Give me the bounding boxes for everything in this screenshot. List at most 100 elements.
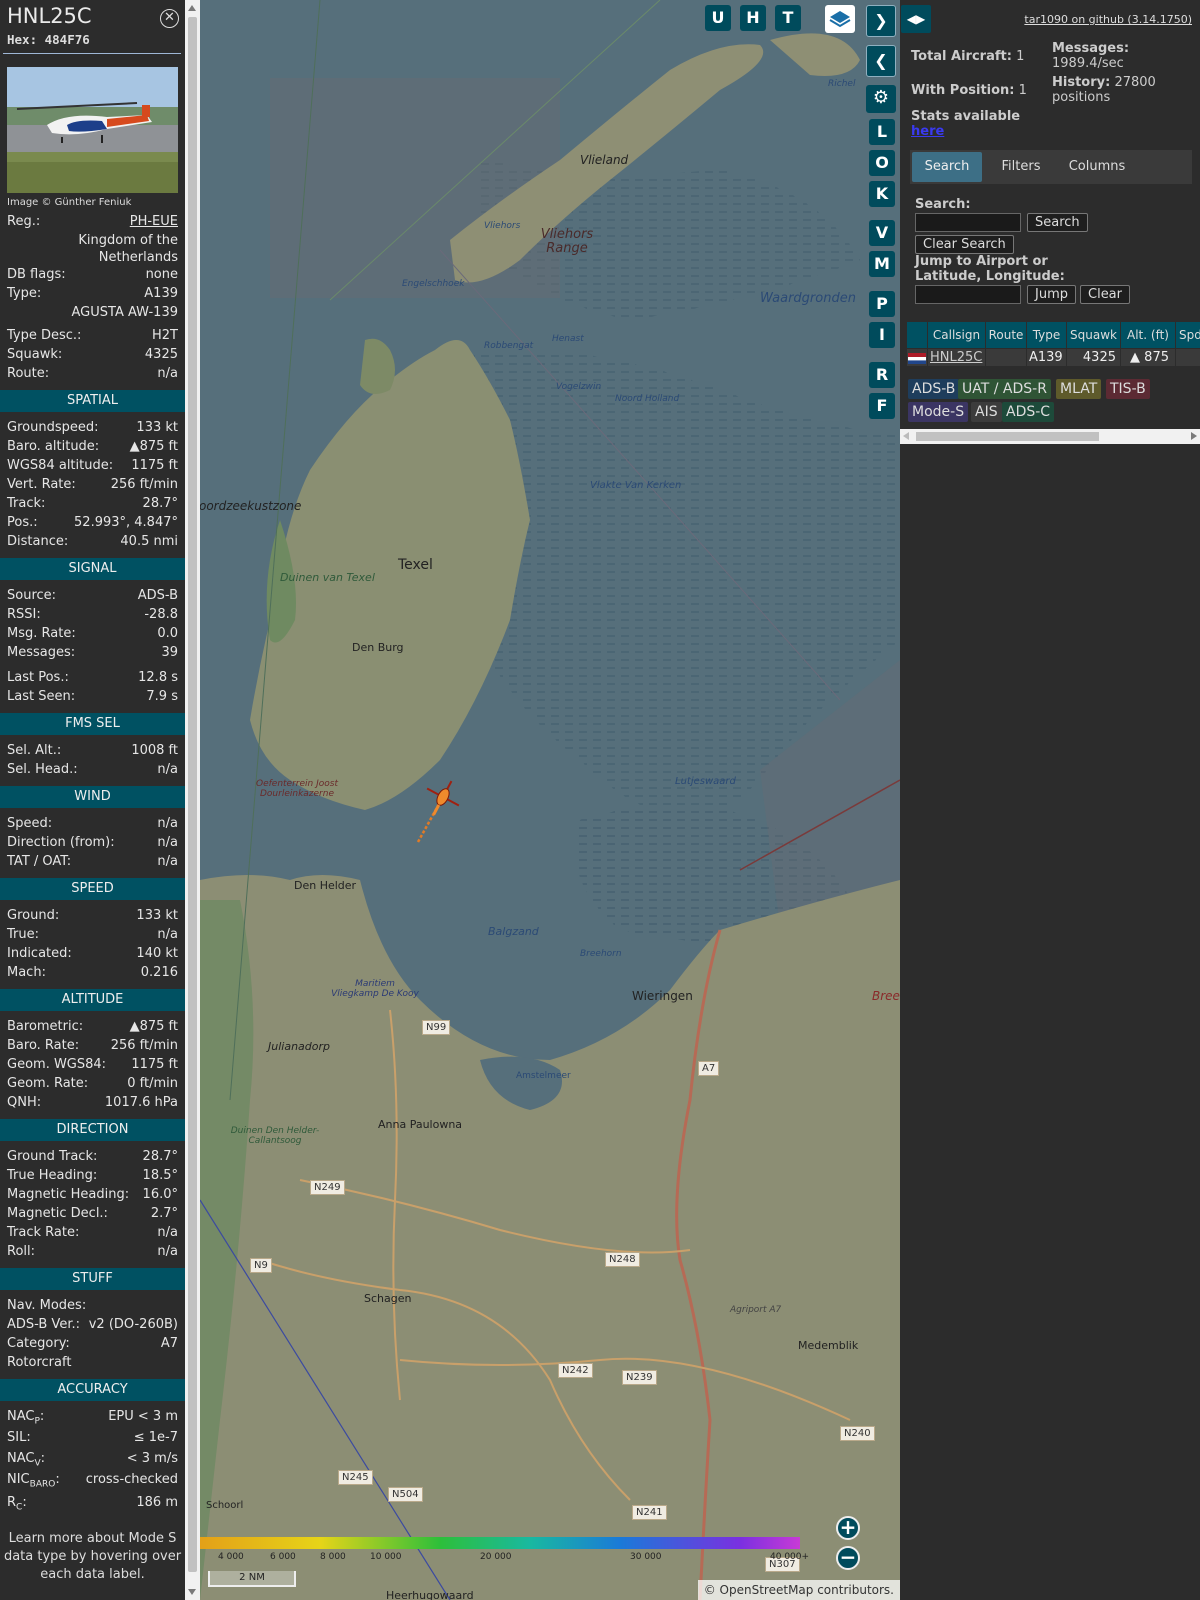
info-row: Route: n/a — [7, 365, 178, 383]
table-h-scrollbar[interactable] — [900, 429, 1200, 444]
altitude-legend-tick: 6 000 — [270, 1552, 296, 1562]
legend-modes[interactable]: Mode-S — [908, 402, 969, 422]
signal-row: RSSI: -28.8 — [7, 606, 178, 624]
registration-link[interactable]: PH-EUE — [130, 213, 178, 231]
map-button-l[interactable]: L — [869, 119, 895, 145]
col-squawk[interactable]: Squawk — [1067, 322, 1120, 348]
altitude-value: 0 ft/min — [127, 1076, 178, 1091]
road-shield: A7 — [698, 1061, 720, 1076]
col-altitude[interactable]: Alt. (ft) — [1121, 322, 1175, 348]
aircraft-row-squawk[interactable]: 4325 — [1067, 349, 1120, 366]
spatial-row: Baro. altitude: ▲875 ft — [7, 438, 178, 456]
legend-adsb[interactable]: ADS-B — [908, 379, 960, 399]
tab-columns[interactable]: Columns — [1060, 152, 1134, 182]
map-button-p[interactable]: P — [869, 291, 895, 317]
legend-mlat[interactable]: MLAT — [1056, 379, 1102, 399]
accuracy-value: < 3 m/s — [126, 1451, 178, 1466]
legend-tisb[interactable]: TIS-B — [1106, 379, 1150, 399]
map-button-t[interactable]: T — [775, 5, 801, 31]
map-button-r[interactable]: R — [869, 362, 895, 388]
direction-row: Magnetic Decl.: 2.7° — [7, 1205, 178, 1223]
accuracy-label: SIL: — [7, 1429, 31, 1447]
altitude-legend-tick: 8 000 — [320, 1552, 346, 1562]
map-button-k[interactable]: K — [869, 181, 895, 207]
signal-value: -28.8 — [144, 607, 178, 622]
spatial-value: 28.7° — [142, 496, 178, 511]
map-button-h[interactable]: H — [740, 5, 766, 31]
map-label: Noordzeekustzone — [200, 499, 302, 513]
info-label: Type: — [7, 286, 42, 301]
map-label: Anna Paulowna — [378, 1118, 463, 1131]
panel-scrollbar[interactable] — [185, 0, 200, 1600]
info-row: AGUSTA AW-139 — [7, 304, 178, 322]
aircraft-row-type[interactable]: A139 — [1027, 349, 1066, 366]
settings-gear-icon[interactable]: ⚙ — [866, 85, 896, 113]
map-label: Vlieland — [580, 153, 629, 167]
jump-input[interactable] — [915, 285, 1021, 304]
map-label: Vliehors Range — [540, 227, 594, 257]
close-icon[interactable]: ✕ — [160, 9, 179, 28]
aircraft-row-route[interactable] — [986, 349, 1026, 366]
stuff-label: Category: — [7, 1336, 70, 1351]
accuracy-label-text: SIL: — [7, 1430, 31, 1445]
signal-value: 39 — [161, 645, 178, 660]
map-button-m[interactable]: M — [869, 251, 895, 277]
jump-button[interactable]: Jump — [1027, 285, 1076, 304]
altitude-legend — [200, 1537, 800, 1549]
aircraft-photo[interactable] — [7, 67, 178, 193]
clear-search-button[interactable]: Clear Search — [915, 235, 1014, 254]
total-aircraft: Total Aircraft: 1 — [911, 49, 1025, 64]
map-button-i[interactable]: I — [869, 322, 895, 348]
signal-label: Messages: — [7, 645, 76, 660]
spatial-row: WGS84 altitude: 1175 ft — [7, 457, 178, 475]
aircraft-row-callsign[interactable]: HNL25C — [928, 349, 985, 366]
search-input[interactable] — [915, 213, 1021, 232]
clear-button[interactable]: Clear — [1080, 285, 1130, 304]
col-callsign[interactable]: Callsign — [928, 322, 985, 348]
zoom-in-button[interactable]: + — [836, 1516, 860, 1540]
altitude-legend-tick: 4 000 — [218, 1552, 244, 1562]
map-button-u[interactable]: U — [705, 5, 731, 31]
stuff-label: Nav. Modes: — [7, 1298, 87, 1313]
map-label: Bree — [872, 989, 900, 1003]
legend-adsc[interactable]: ADS-C — [1002, 402, 1055, 422]
col-route[interactable]: Route — [986, 322, 1026, 348]
wind-label: Speed: — [7, 816, 53, 831]
search-button[interactable]: Search — [1027, 213, 1088, 232]
col-type[interactable]: Type — [1027, 322, 1066, 348]
aircraft-row-speed[interactable] — [1176, 349, 1200, 366]
layers-icon[interactable] — [825, 5, 855, 33]
zoom-out-button[interactable]: − — [836, 1546, 860, 1570]
split-toggle-icon[interactable]: ◀▶ — [901, 5, 931, 33]
spatial-row: Vert. Rate: 256 ft/min — [7, 476, 178, 494]
help-text: Learn more about Mode S — [8, 1531, 177, 1546]
altitude-value: 1175 ft — [131, 1057, 178, 1072]
map-button-v[interactable]: V — [869, 220, 895, 246]
stats-link[interactable]: here — [911, 124, 944, 139]
collapse-panel-icon[interactable]: ❮ — [866, 45, 896, 77]
aircraft-row-altitude[interactable]: ▲ 875 — [1121, 349, 1175, 366]
map-button-f[interactable]: F — [869, 393, 895, 419]
expand-panel-icon[interactable]: ❯ — [866, 5, 896, 37]
legend-ais[interactable]: AIS — [971, 402, 1002, 422]
info-row: Type: A139 — [7, 285, 178, 303]
altitude-row: Geom. WGS84: 1175 ft — [7, 1056, 178, 1074]
map-label: Duinen van Texel — [280, 571, 375, 584]
map-button-o[interactable]: O — [869, 150, 895, 176]
tab-search[interactable]: Search — [912, 152, 982, 182]
map-view[interactable]: Vlieland Vliehors Range Waardgronden Noordz… — [200, 0, 900, 1600]
legend-uat[interactable]: UAT / ADS-R — [958, 379, 1051, 399]
col-speed[interactable]: Spd — [1176, 322, 1200, 348]
road-shield: N504 — [388, 1487, 423, 1502]
speed-value: 140 kt — [136, 946, 178, 961]
altitude-legend-tick: 30 000 — [630, 1552, 662, 1562]
road-shield: N99 — [422, 1020, 451, 1035]
github-link[interactable]: tar1090 on github (3.14.1750) — [1024, 13, 1192, 26]
info-label: Reg.: — [7, 214, 41, 229]
spatial-value: 40.5 nmi — [120, 534, 178, 549]
direction-row: Track Rate: n/a — [7, 1224, 178, 1242]
spatial-row: Distance: 40.5 nmi — [7, 533, 178, 551]
info-row: Reg.: PH-EUE — [7, 213, 178, 231]
tab-filters[interactable]: Filters — [986, 152, 1056, 182]
spatial-label: WGS84 altitude: — [7, 458, 114, 473]
